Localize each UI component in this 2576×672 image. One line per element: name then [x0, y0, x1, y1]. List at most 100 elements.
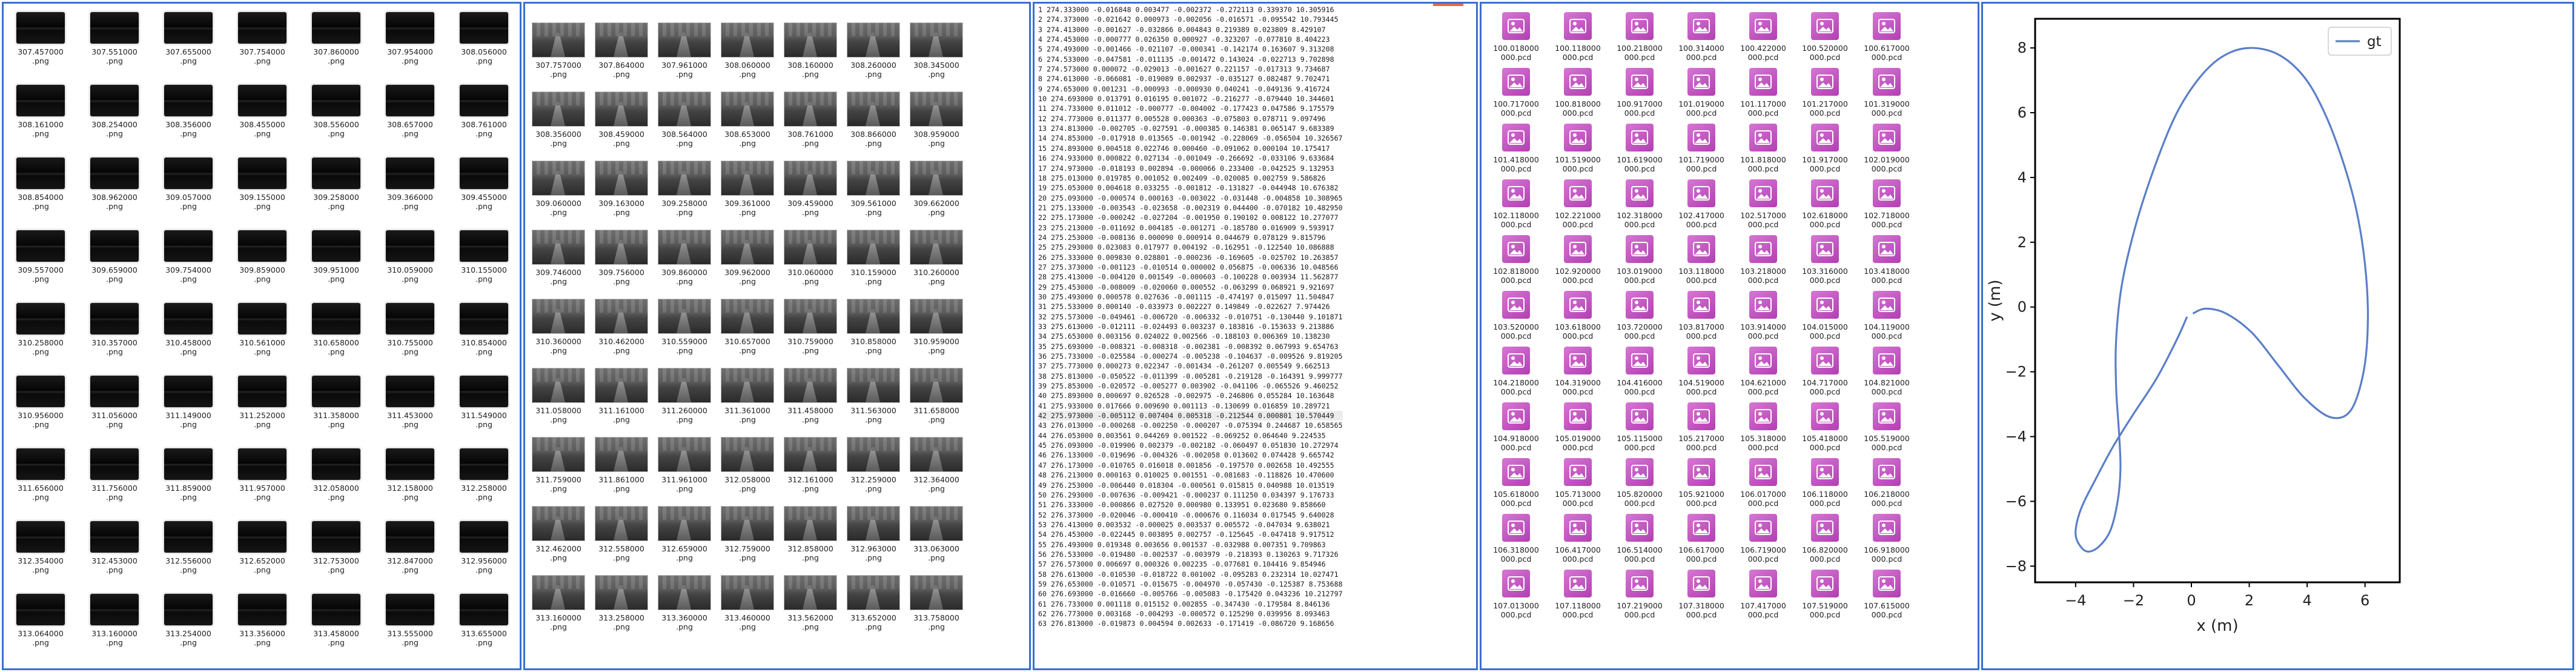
file-item[interactable]: 312.259000 .png	[842, 429, 905, 498]
file-item[interactable]: 310.357000 .png	[78, 301, 151, 373]
file-item[interactable]: 309.057000 .png	[151, 155, 225, 228]
file-item[interactable]: 107.118000 000.pcd	[1547, 565, 1609, 620]
file-item[interactable]: 313.160000 .png	[527, 567, 590, 636]
file-item[interactable]: 104.319000 000.pcd	[1547, 342, 1609, 398]
file-item[interactable]: 105.820000 000.pcd	[1609, 453, 1670, 509]
file-item[interactable]: 106.719000 000.pcd	[1732, 509, 1794, 565]
file-item[interactable]: 104.015000 000.pcd	[1794, 286, 1856, 342]
file-item[interactable]: 104.918000 000.pcd	[1485, 398, 1547, 453]
file-item[interactable]: 105.019000 000.pcd	[1547, 398, 1609, 453]
file-item[interactable]: 308.254000 .png	[78, 82, 151, 155]
file-item[interactable]: 103.418000 000.pcd	[1856, 230, 1918, 286]
file-item[interactable]: 313.562000 .png	[779, 567, 842, 636]
file-item[interactable]: 310.155000 .png	[447, 228, 520, 301]
file-item[interactable]: 311.361000 .png	[716, 360, 779, 429]
file-item[interactable]: 102.118000 000.pcd	[1485, 175, 1547, 230]
file-item[interactable]: 309.060000 .png	[527, 153, 590, 222]
file-item[interactable]: 307.754000 .png	[225, 10, 299, 82]
file-item[interactable]: 310.759000 .png	[779, 291, 842, 360]
file-item[interactable]: 313.652000 .png	[842, 567, 905, 636]
file-item[interactable]: 101.418000 000.pcd	[1485, 119, 1547, 175]
file-item[interactable]: 310.755000 .png	[373, 301, 447, 373]
file-item[interactable]: 106.017000 000.pcd	[1732, 453, 1794, 509]
file-item[interactable]: 311.658000 .png	[905, 360, 968, 429]
file-item[interactable]: 105.618000 000.pcd	[1485, 453, 1547, 509]
file-item[interactable]: 313.258000 .png	[590, 567, 653, 636]
file-item[interactable]: 308.455000 .png	[225, 82, 299, 155]
file-item[interactable]: 311.252000 .png	[225, 373, 299, 446]
file-item[interactable]: 308.854000 .png	[4, 155, 78, 228]
file-item[interactable]: 309.951000 .png	[299, 228, 373, 301]
file-item[interactable]: 311.149000 .png	[151, 373, 225, 446]
file-item[interactable]: 308.959000 .png	[905, 84, 968, 153]
file-item[interactable]: 101.519000 000.pcd	[1547, 119, 1609, 175]
file-item[interactable]: 312.058000 .png	[716, 429, 779, 498]
file-item[interactable]: 100.818000 000.pcd	[1547, 63, 1609, 119]
file-item[interactable]: 308.260000 .png	[842, 15, 905, 84]
file-item[interactable]: 313.064000 .png	[4, 591, 78, 664]
file-item[interactable]: 312.161000 .png	[779, 429, 842, 498]
file-item[interactable]: 102.920000 000.pcd	[1547, 230, 1609, 286]
file-item[interactable]: 105.418000 000.pcd	[1794, 398, 1856, 453]
file-item[interactable]: 311.549000 .png	[447, 373, 520, 446]
file-item[interactable]: 311.058000 .png	[527, 360, 590, 429]
file-item[interactable]: 307.954000 .png	[373, 10, 447, 82]
file-item[interactable]: 313.160000 .png	[78, 591, 151, 664]
file-item[interactable]: 104.218000 000.pcd	[1485, 342, 1547, 398]
file-item[interactable]: 311.759000 .png	[527, 429, 590, 498]
file-item[interactable]: 101.117000 000.pcd	[1732, 63, 1794, 119]
file-item[interactable]: 312.659000 .png	[653, 498, 716, 567]
file-item[interactable]: 100.617000 000.pcd	[1856, 7, 1918, 63]
file-item[interactable]: 308.356000 .png	[151, 82, 225, 155]
file-item[interactable]: 310.060000 .png	[779, 222, 842, 291]
file-item[interactable]: 310.559000 .png	[653, 291, 716, 360]
file-item[interactable]: 100.917000 000.pcd	[1609, 63, 1670, 119]
file-item[interactable]: 309.756000 .png	[590, 222, 653, 291]
file-item[interactable]: 312.058000 .png	[299, 446, 373, 519]
file-item[interactable]: 106.918000 000.pcd	[1856, 509, 1918, 565]
file-item[interactable]: 307.864000 .png	[590, 15, 653, 84]
file-item[interactable]: 309.659000 .png	[78, 228, 151, 301]
file-item[interactable]: 309.366000 .png	[373, 155, 447, 228]
file-item[interactable]: 309.662000 .png	[905, 153, 968, 222]
file-item[interactable]: 309.361000 .png	[716, 153, 779, 222]
file-item[interactable]: 103.618000 000.pcd	[1547, 286, 1609, 342]
file-item[interactable]: 309.561000 .png	[842, 153, 905, 222]
file-item[interactable]: 309.754000 .png	[151, 228, 225, 301]
text-editor-panel[interactable]: 1 274.333000 -0.016848 0.003477 -0.00237…	[1033, 2, 1478, 670]
file-item[interactable]: 310.159000 .png	[842, 222, 905, 291]
file-item[interactable]: 309.258000 .png	[653, 153, 716, 222]
file-item[interactable]: 104.119000 000.pcd	[1856, 286, 1918, 342]
file-item[interactable]: 309.163000 .png	[590, 153, 653, 222]
file-item[interactable]: 309.459000 .png	[779, 153, 842, 222]
file-item[interactable]: 312.364000 .png	[905, 429, 968, 498]
file-item[interactable]: 310.260000 .png	[905, 222, 968, 291]
file-item[interactable]: 307.551000 .png	[78, 10, 151, 82]
file-item[interactable]: 309.258000 .png	[299, 155, 373, 228]
file-item[interactable]: 312.258000 .png	[447, 446, 520, 519]
file-item[interactable]: 103.914000 000.pcd	[1732, 286, 1794, 342]
file-item[interactable]: 310.462000 .png	[590, 291, 653, 360]
file-item[interactable]: 312.556000 .png	[151, 519, 225, 591]
file-item[interactable]: 310.658000 .png	[299, 301, 373, 373]
file-item[interactable]: 101.619000 000.pcd	[1609, 119, 1670, 175]
file-item[interactable]: 308.356000 .png	[527, 84, 590, 153]
file-item[interactable]: 102.019000 000.pcd	[1856, 119, 1918, 175]
file-item[interactable]: 102.718000 000.pcd	[1856, 175, 1918, 230]
file-item[interactable]: 308.962000 .png	[78, 155, 151, 228]
file-item[interactable]: 107.417000 000.pcd	[1732, 565, 1794, 620]
file-item[interactable]: 102.318000 000.pcd	[1609, 175, 1670, 230]
file-item[interactable]: 102.517000 000.pcd	[1732, 175, 1794, 230]
file-item[interactable]: 102.618000 000.pcd	[1794, 175, 1856, 230]
file-item[interactable]: 310.956000 .png	[4, 373, 78, 446]
file-item[interactable]: 312.158000 .png	[373, 446, 447, 519]
file-item[interactable]: 101.319000 000.pcd	[1856, 63, 1918, 119]
file-item[interactable]: 101.719000 000.pcd	[1670, 119, 1732, 175]
file-item[interactable]: 107.318000 000.pcd	[1670, 565, 1732, 620]
file-item[interactable]: 310.959000 .png	[905, 291, 968, 360]
file-item[interactable]: 310.258000 .png	[4, 301, 78, 373]
file-item[interactable]: 307.457000 .png	[4, 10, 78, 82]
file-item[interactable]: 311.563000 .png	[842, 360, 905, 429]
file-item[interactable]: 313.254000 .png	[151, 591, 225, 664]
file-item[interactable]: 309.860000 .png	[653, 222, 716, 291]
